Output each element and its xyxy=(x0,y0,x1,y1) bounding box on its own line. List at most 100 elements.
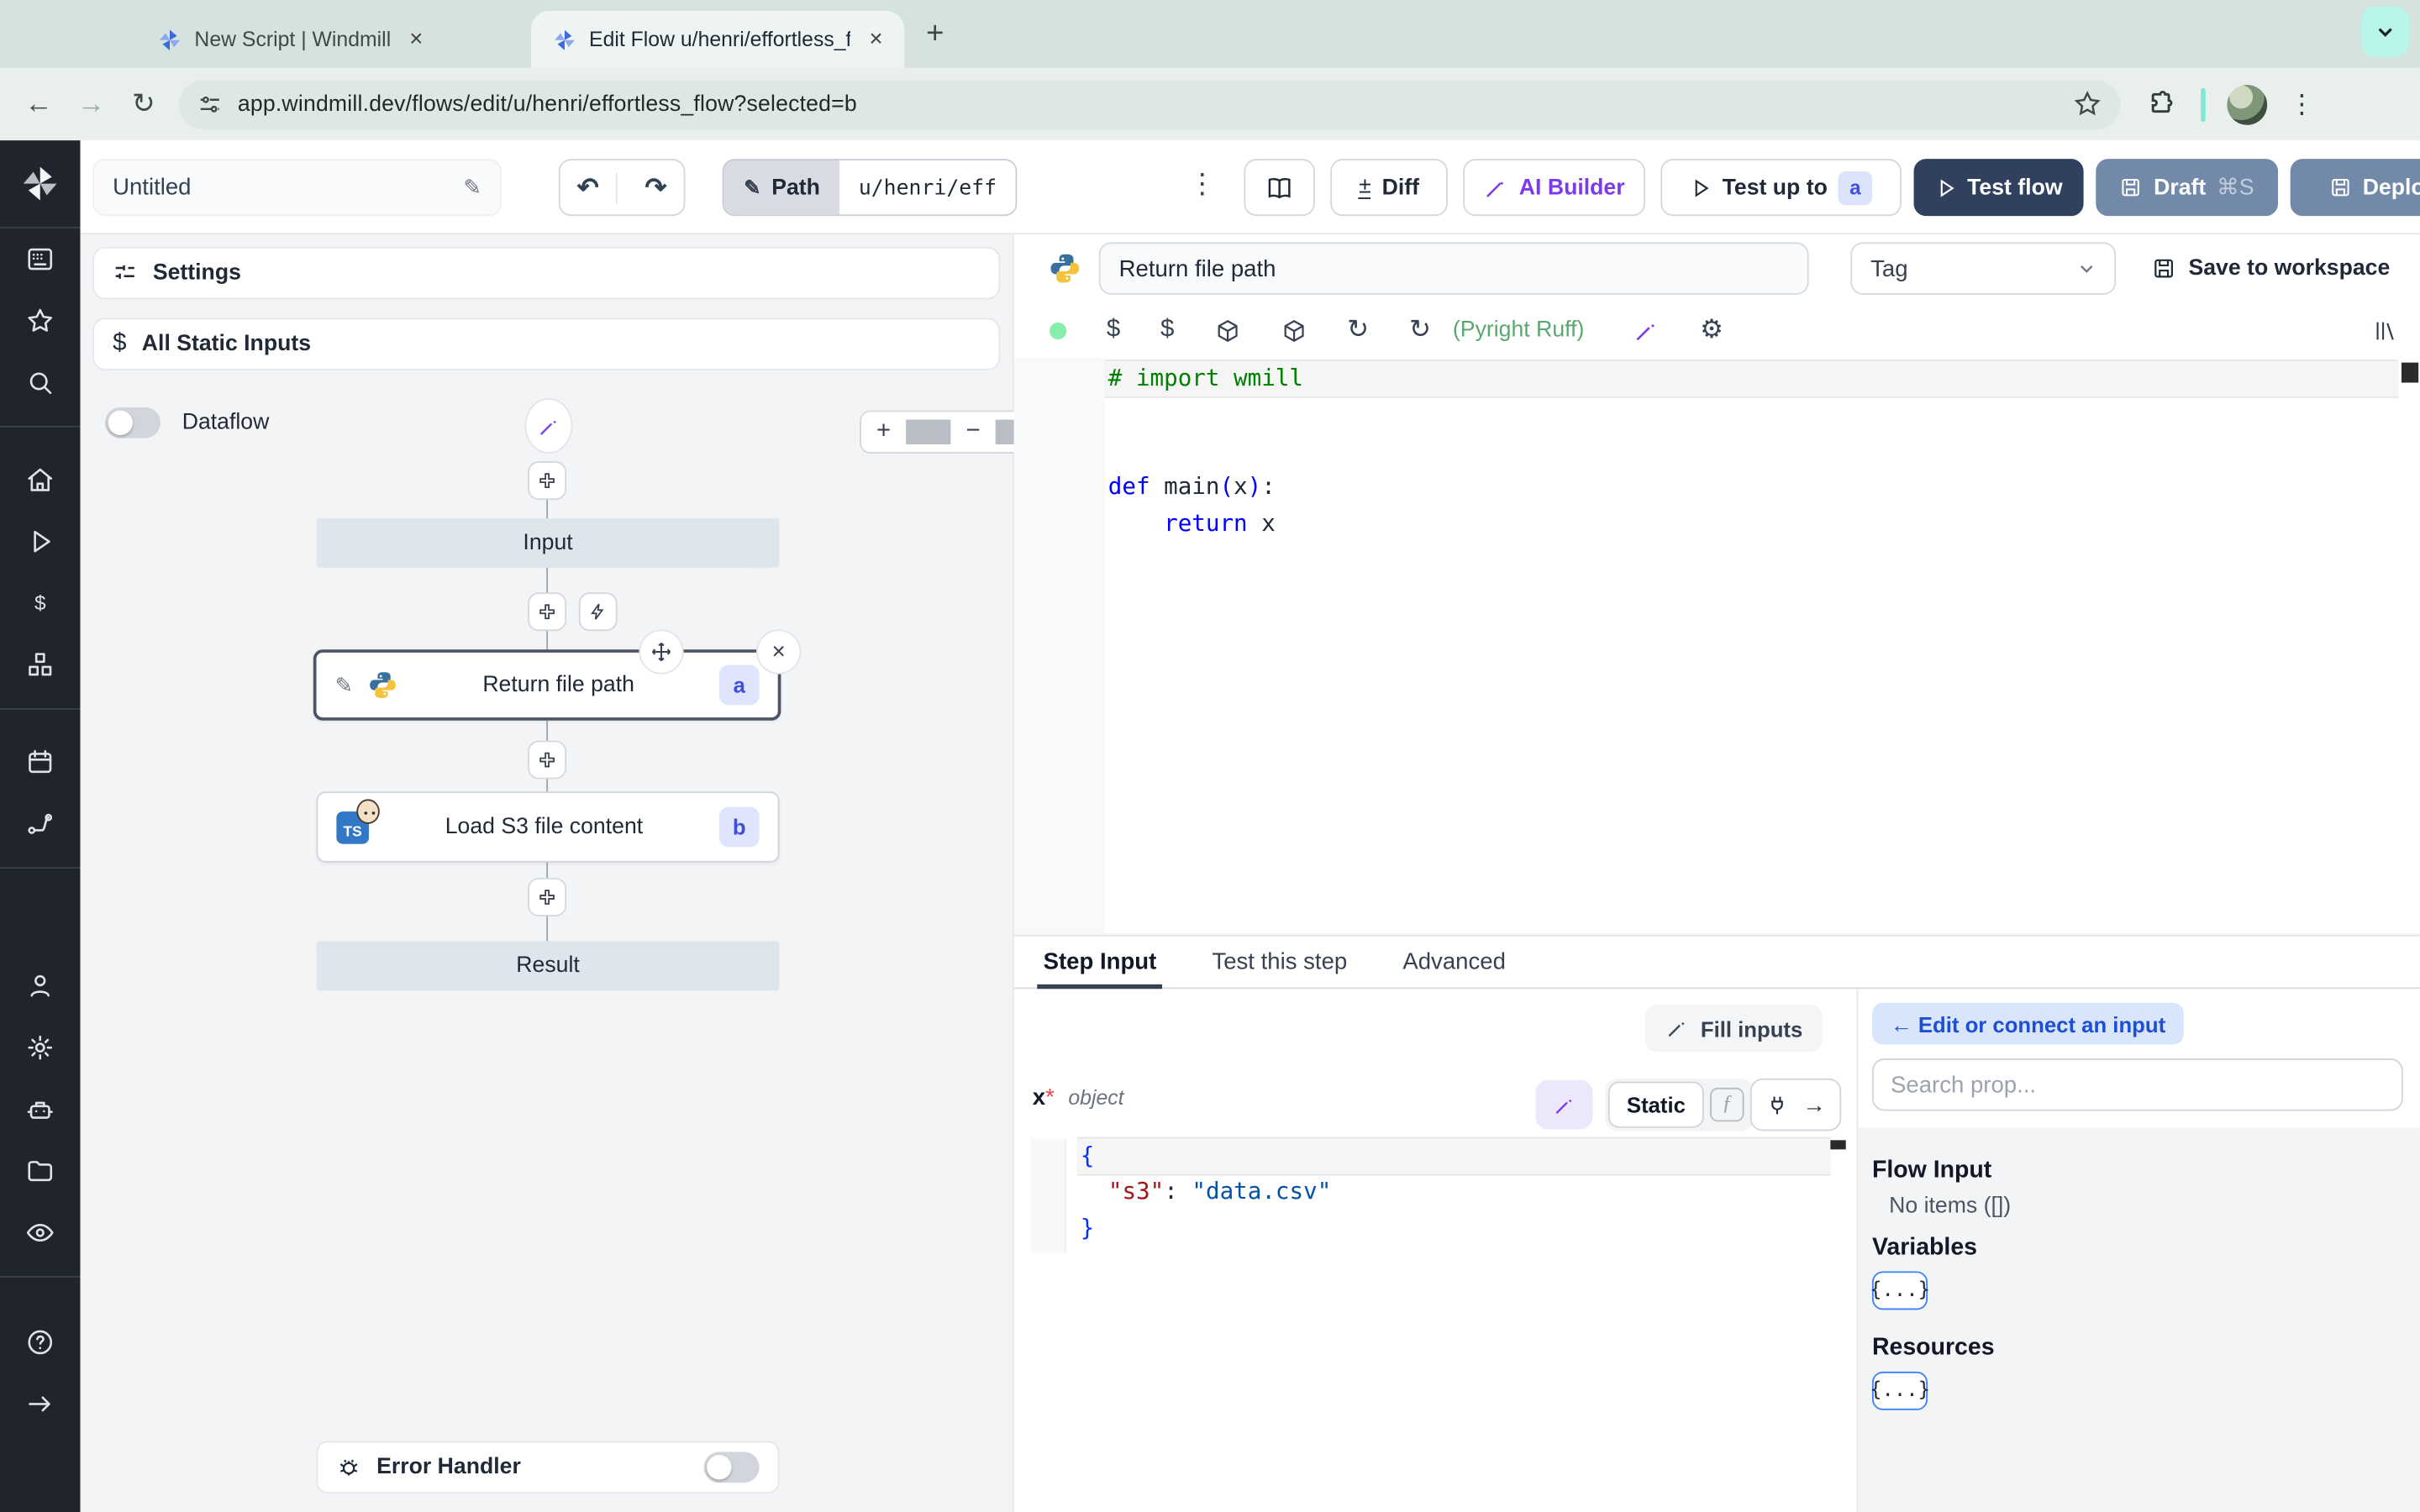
json-scrollbar[interactable] xyxy=(1830,1140,1846,1150)
redo-icon[interactable]: ↷ xyxy=(629,172,684,203)
flow-editor-topbar: Untitled ✎ ↶ ↷ ✎ Path u/henri/eff ⋮ ± Diff… xyxy=(80,140,2420,235)
new-tab-button[interactable]: + xyxy=(926,17,944,52)
library-icon[interactable] xyxy=(2372,317,2398,343)
test-up-to-button[interactable]: Test up to a xyxy=(1660,159,1902,217)
sidebar-item-users[interactable] xyxy=(0,955,81,1016)
trigger-bolt-button[interactable] xyxy=(578,592,618,632)
reload-icon[interactable]: ↻ xyxy=(118,88,170,121)
dollar-icon[interactable]: $ xyxy=(1107,317,1120,344)
tab-test-this-step[interactable]: Test this step xyxy=(1212,937,1347,988)
tab-advanced[interactable]: Advanced xyxy=(1402,937,1506,988)
magic-wand-icon[interactable] xyxy=(1634,317,1660,343)
windmill-logo[interactable] xyxy=(0,140,81,227)
connect-input-group[interactable]: → xyxy=(1749,1078,1842,1131)
flow-input-node[interactable]: Input xyxy=(316,518,780,568)
browser-profile-chevron[interactable] xyxy=(2361,6,2410,57)
deploy-button[interactable]: Deploy xyxy=(2290,159,2420,217)
package-icon[interactable] xyxy=(1214,317,1240,343)
more-options-kebab-icon[interactable]: ⋮ xyxy=(1188,168,1216,201)
forward-icon[interactable]: → xyxy=(65,88,117,121)
sidebar-item-favorites[interactable] xyxy=(0,290,81,351)
search-prop-input[interactable]: Search prop... xyxy=(1871,1058,2403,1111)
add-step-button[interactable] xyxy=(528,878,567,917)
gear-icon[interactable]: ⚙ xyxy=(1700,315,1723,346)
sidebar-item-collapse[interactable] xyxy=(0,1373,81,1435)
browser-tab-active[interactable]: Edit Flow u/henri/effortless_fl × xyxy=(530,10,905,68)
sidebar-item-workers[interactable] xyxy=(0,1079,81,1140)
package-icon[interactable] xyxy=(1281,317,1307,343)
add-step-button[interactable] xyxy=(528,740,567,780)
path-editor[interactable]: ✎ Path u/henri/eff xyxy=(722,159,1017,217)
sidebar-item-runs[interactable] xyxy=(0,511,81,572)
tag-select[interactable]: Tag xyxy=(1850,242,2117,295)
sidebar-item-home[interactable] xyxy=(0,449,81,510)
save-icon xyxy=(2123,178,2140,197)
javascript-expr-button[interactable]: ƒ xyxy=(1710,1087,1744,1122)
undo-redo-group: ↶ ↷ xyxy=(558,159,686,217)
sidebar-item-audit[interactable] xyxy=(0,1202,81,1263)
step-node-b[interactable]: TS Load S3 file content b xyxy=(316,791,780,863)
error-handler-row[interactable]: Error Handler xyxy=(316,1441,780,1494)
sidebar-item-settings[interactable] xyxy=(0,1016,81,1078)
save-to-workspace-label: Save to workspace xyxy=(2188,255,2391,281)
diff-button[interactable]: ± Diff xyxy=(1330,159,1448,217)
sidebar-item-apps[interactable] xyxy=(0,228,81,290)
ai-fill-button[interactable] xyxy=(1535,1079,1593,1130)
tab-close-icon[interactable]: × xyxy=(863,26,889,52)
draft-button[interactable]: Draft ⌘S xyxy=(2096,159,2279,217)
settings-label: Settings xyxy=(152,260,241,286)
refresh-icon[interactable]: ↻ xyxy=(1347,315,1369,346)
sidebar-item-routes[interactable] xyxy=(0,793,81,854)
dollar-icon[interactable]: $ xyxy=(1160,317,1174,344)
address-bar[interactable]: app.windmill.dev/flows/edit/u/henri/effo… xyxy=(179,79,2121,129)
back-icon[interactable]: ← xyxy=(13,88,65,121)
step-name-input[interactable]: Return file path xyxy=(1098,242,1809,295)
tab-close-icon[interactable]: × xyxy=(403,26,429,52)
all-static-inputs-button[interactable]: $ All Static Inputs xyxy=(92,318,1001,370)
browser-menu-kebab-icon[interactable]: ⋮ xyxy=(2289,89,2315,120)
code-editor[interactable]: # import wmill def main(x): return x xyxy=(1013,358,2420,934)
delete-step-button[interactable]: × xyxy=(755,629,802,675)
object-explorer-chip[interactable]: {...} xyxy=(1870,1371,1930,1410)
sidebar-item-resources[interactable] xyxy=(0,634,81,696)
sidebar-item-search[interactable] xyxy=(0,352,81,413)
avatar[interactable] xyxy=(2227,84,2268,124)
sidebar-item-folders[interactable] xyxy=(0,1140,81,1201)
dataflow-toggle[interactable] xyxy=(104,407,161,438)
sidebar-item-variables[interactable]: $ xyxy=(0,572,81,633)
edit-pencil-icon[interactable]: ✎ xyxy=(464,175,482,201)
add-step-button[interactable] xyxy=(528,461,567,501)
zoom-out-button[interactable]: − xyxy=(950,418,995,446)
browser-tabstrip: New Script | Windmill × Edit Flow u/henr… xyxy=(0,0,2420,68)
sidebar-item-schedules[interactable] xyxy=(0,732,81,793)
test-flow-button[interactable]: Test flow xyxy=(1913,159,2084,217)
move-step-handle[interactable] xyxy=(639,629,684,675)
object-explorer-chip[interactable]: {...} xyxy=(1870,1271,1930,1310)
editor-scrollbar[interactable] xyxy=(2401,362,2419,383)
undo-icon[interactable]: ↶ xyxy=(560,171,618,203)
error-handler-toggle[interactable] xyxy=(703,1452,760,1483)
json-arg-editor[interactable]: { "s3": "data.csv"} xyxy=(1030,1138,1846,1253)
tab-step-input[interactable]: Step Input xyxy=(1037,937,1164,990)
save-to-workspace-button[interactable]: Save to workspace xyxy=(2151,256,2390,281)
zoom-in-button[interactable]: + xyxy=(861,418,906,446)
ai-builder-label: AI Builder xyxy=(1518,175,1625,200)
add-step-button[interactable] xyxy=(528,592,567,632)
step-node-a[interactable]: ✎ Return file path a xyxy=(313,649,781,721)
flow-result-node[interactable]: Result xyxy=(316,941,780,991)
ai-flow-button[interactable] xyxy=(524,397,573,454)
sidebar-item-help[interactable] xyxy=(0,1311,81,1373)
bookmark-star-icon[interactable] xyxy=(2073,90,2102,119)
static-mode-button[interactable]: Static xyxy=(1607,1081,1704,1128)
browser-tab-inactive[interactable]: New Script | Windmill × xyxy=(136,11,516,68)
refresh-icon[interactable]: ↻ xyxy=(1409,315,1431,346)
fill-inputs-button[interactable]: Fill inputs xyxy=(1644,1004,1823,1053)
docs-button[interactable] xyxy=(1244,159,1315,217)
extensions-puzzle-icon[interactable] xyxy=(2147,90,2176,119)
sidebar-divider xyxy=(0,1275,81,1278)
edit-or-connect-chip[interactable]: ← Edit or connect an input xyxy=(1871,1002,2185,1045)
flow-name-field[interactable]: Untitled ✎ xyxy=(92,159,502,217)
ai-builder-button[interactable]: AI Builder xyxy=(1463,159,1645,217)
edit-pencil-icon[interactable]: ✎ xyxy=(335,672,354,698)
settings-button[interactable]: Settings xyxy=(92,246,1001,300)
